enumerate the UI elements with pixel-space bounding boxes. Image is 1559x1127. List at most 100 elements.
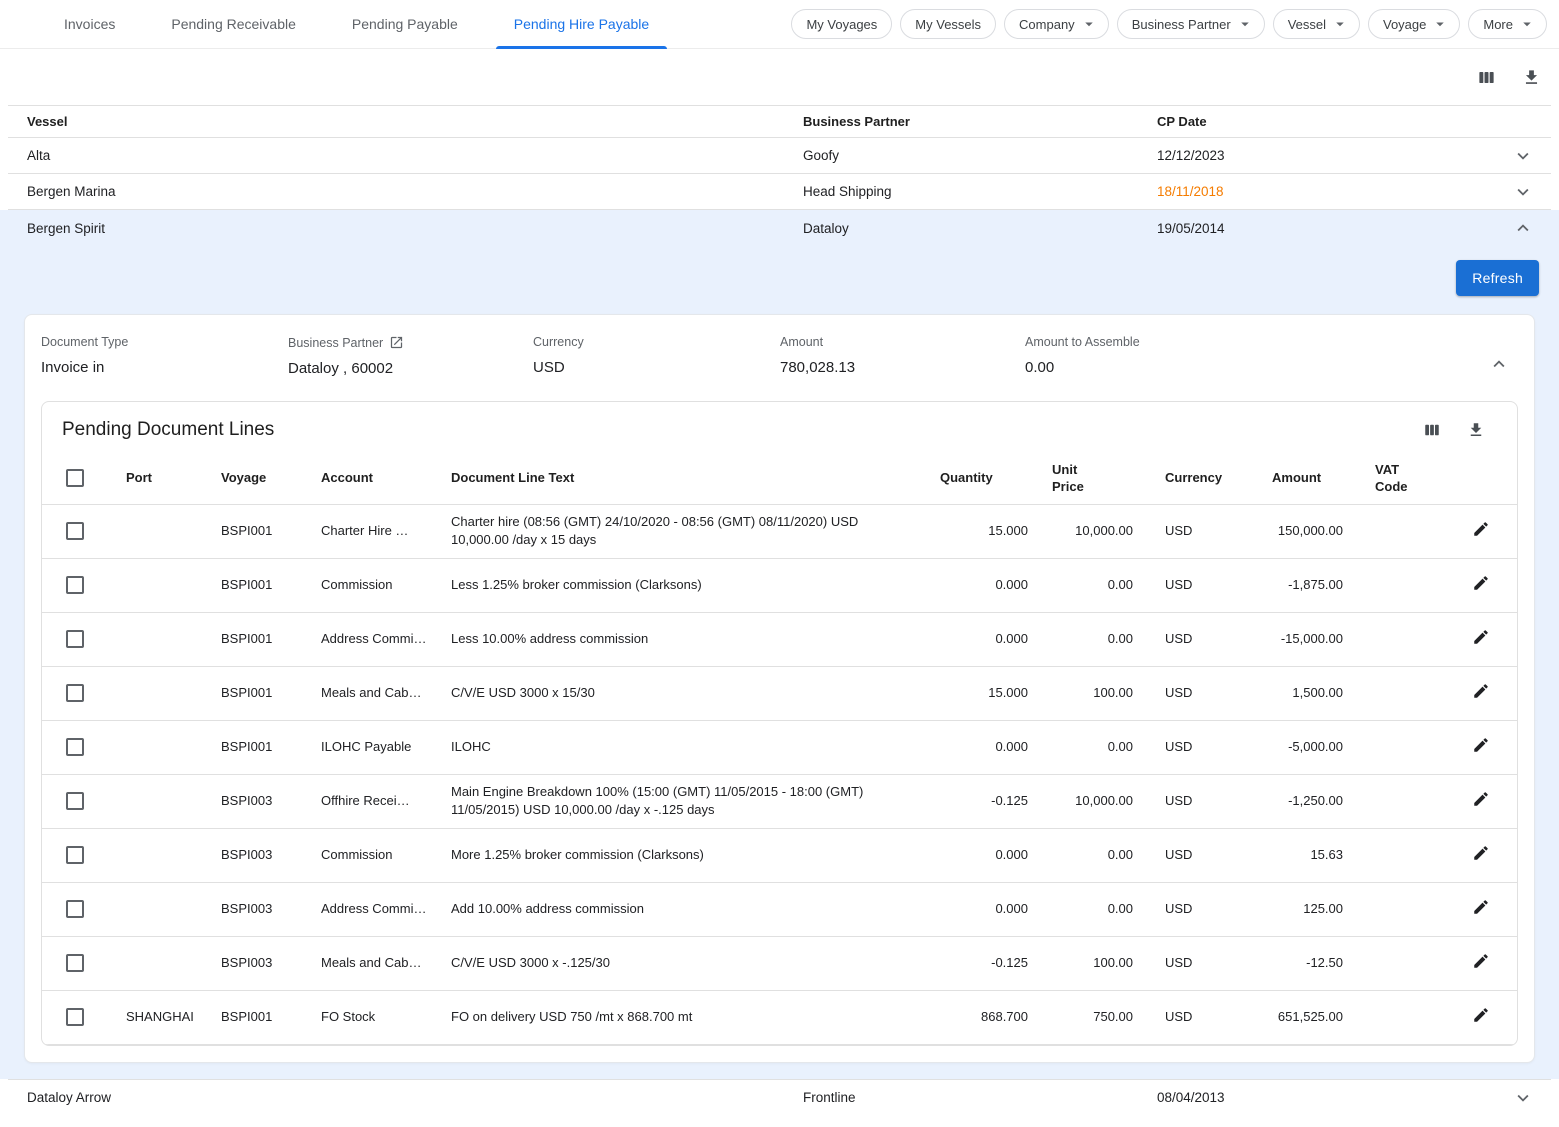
line-account: Commission (309, 558, 439, 612)
line-account: Meals and Cab… (309, 666, 439, 720)
filter-voyage[interactable]: Voyage (1368, 9, 1460, 39)
line-quantity: 0.000 (928, 720, 1040, 774)
line-vat-code (1355, 990, 1445, 1044)
line-quantity: 868.700 (928, 990, 1040, 1044)
edit-icon[interactable] (1472, 736, 1490, 754)
line-text: C/V/E USD 3000 x 15/30 (439, 666, 928, 720)
row-checkbox[interactable] (66, 792, 84, 810)
field-document-type: Document Type Invoice in (41, 335, 288, 377)
row-checkbox[interactable] (66, 846, 84, 864)
document-line-row[interactable]: BSPI001 Meals and Cab… C/V/E USD 3000 x … (42, 666, 1517, 720)
line-amount: 1,500.00 (1260, 666, 1355, 720)
line-amount: 15.63 (1260, 828, 1355, 882)
line-unit-price: 100.00 (1040, 666, 1145, 720)
line-account: ILOHC Payable (309, 720, 439, 774)
document-line-row[interactable]: BSPI001 Commission Less 1.25% broker com… (42, 558, 1517, 612)
collapse-row-icon[interactable] (1495, 217, 1551, 239)
line-amount: 150,000.00 (1260, 504, 1355, 558)
line-currency: USD (1145, 720, 1260, 774)
document-line-row[interactable]: BSPI001 ILOHC Payable ILOHC 0.000 0.00 U… (42, 720, 1517, 774)
vessel-row-bergen-spirit[interactable]: Bergen Spirit Dataloy 19/05/2014 (8, 210, 1551, 246)
chip-label: My Voyages (806, 17, 877, 32)
line-port (114, 936, 209, 990)
line-port (114, 504, 209, 558)
lines-body: BSPI001 Charter Hire … Charter hire (08:… (42, 504, 1517, 1044)
filter-vessel[interactable]: Vessel (1273, 9, 1360, 39)
edit-icon[interactable] (1472, 898, 1490, 916)
collapse-card-icon[interactable] (1488, 353, 1510, 375)
tab-invoices[interactable]: Invoices (36, 0, 143, 48)
edit-icon[interactable] (1472, 1006, 1490, 1024)
line-port: SHANGHAI (114, 990, 209, 1044)
filter-company[interactable]: Company (1004, 9, 1109, 39)
vessel-row-bergen-marina[interactable]: Bergen Marina Head Shipping 18/11/2018 (8, 174, 1551, 210)
select-all-checkbox[interactable] (66, 469, 84, 487)
filter-more[interactable]: More (1468, 9, 1547, 39)
line-voyage: BSPI001 (209, 720, 309, 774)
vessel-row-alta[interactable]: Alta Goofy 12/12/2023 (8, 138, 1551, 174)
line-voyage: BSPI001 (209, 612, 309, 666)
document-lines-table: Port Voyage Account Document Line Text Q… (42, 452, 1517, 1045)
refresh-row: Refresh (0, 246, 1559, 314)
chip-label: Voyage (1383, 17, 1426, 32)
refresh-button[interactable]: Refresh (1456, 260, 1539, 296)
row-checkbox[interactable] (66, 522, 84, 540)
expand-row-icon[interactable] (1495, 145, 1551, 167)
business-partner-name: Head Shipping (803, 184, 1157, 199)
filter-business-partner[interactable]: Business Partner (1117, 9, 1265, 39)
col-currency: Currency (1145, 452, 1260, 504)
document-line-row[interactable]: BSPI003 Offhire Recei… Main Engine Break… (42, 774, 1517, 828)
row-checkbox[interactable] (66, 1008, 84, 1026)
tab-pending-receivable[interactable]: Pending Receivable (143, 0, 324, 48)
line-quantity: 0.000 (928, 558, 1040, 612)
business-partner-name: Goofy (803, 148, 1157, 163)
row-checkbox[interactable] (66, 900, 84, 918)
field-currency: Currency USD (533, 335, 780, 377)
line-port (114, 774, 209, 828)
vessel-name: Dataloy Arrow (27, 1090, 803, 1105)
line-port (114, 828, 209, 882)
line-currency: USD (1145, 936, 1260, 990)
edit-icon[interactable] (1472, 952, 1490, 970)
edit-icon[interactable] (1472, 790, 1490, 808)
document-line-row[interactable]: BSPI003 Meals and Cab… C/V/E USD 3000 x … (42, 936, 1517, 990)
edit-icon[interactable] (1472, 574, 1490, 592)
download-icon[interactable] (1522, 68, 1541, 87)
col-vat-code: VAT Code (1355, 452, 1445, 504)
caret-down-icon (1518, 15, 1536, 33)
document-line-row[interactable]: BSPI003 Commission More 1.25% broker com… (42, 828, 1517, 882)
expand-row-icon[interactable] (1495, 1087, 1551, 1109)
download-icon[interactable] (1467, 421, 1485, 439)
document-line-row[interactable]: BSPI001 Charter Hire … Charter hire (08:… (42, 504, 1517, 558)
filter-my-vessels[interactable]: My Vessels (900, 9, 996, 39)
line-currency: USD (1145, 504, 1260, 558)
edit-icon[interactable] (1472, 520, 1490, 538)
tab-pending-payable[interactable]: Pending Payable (324, 0, 486, 48)
line-text: Add 10.00% address commission (439, 882, 928, 936)
line-amount: -1,250.00 (1260, 774, 1355, 828)
row-checkbox[interactable] (66, 684, 84, 702)
columns-icon[interactable] (1477, 68, 1496, 87)
tab-pending-hire-payable[interactable]: Pending Hire Payable (486, 0, 677, 48)
row-checkbox[interactable] (66, 630, 84, 648)
vessel-row-dataloy-arrow[interactable]: Dataloy Arrow Frontline 08/04/2013 (8, 1080, 1551, 1116)
row-checkbox[interactable] (66, 738, 84, 756)
document-line-row[interactable]: BSPI001 Address Commi… Less 10.00% addre… (42, 612, 1517, 666)
filter-my-voyages[interactable]: My Voyages (791, 9, 892, 39)
document-summary: Document Type Invoice in Business Partne… (41, 331, 1518, 401)
document-line-row[interactable]: SHANGHAI BSPI001 FO Stock FO on delivery… (42, 990, 1517, 1044)
edit-icon[interactable] (1472, 628, 1490, 646)
expand-row-icon[interactable] (1495, 181, 1551, 203)
line-text: More 1.25% broker commission (Clarksons) (439, 828, 928, 882)
row-checkbox[interactable] (66, 576, 84, 594)
line-currency: USD (1145, 666, 1260, 720)
caret-down-icon (1236, 15, 1254, 33)
open-in-new-icon[interactable] (389, 335, 404, 350)
columns-icon[interactable] (1423, 421, 1441, 439)
line-unit-price: 0.00 (1040, 720, 1145, 774)
edit-icon[interactable] (1472, 682, 1490, 700)
pending-document-lines-panel: Pending Document Lines Port Voyage (41, 401, 1518, 1046)
edit-icon[interactable] (1472, 844, 1490, 862)
row-checkbox[interactable] (66, 954, 84, 972)
document-line-row[interactable]: BSPI003 Address Commi… Add 10.00% addres… (42, 882, 1517, 936)
